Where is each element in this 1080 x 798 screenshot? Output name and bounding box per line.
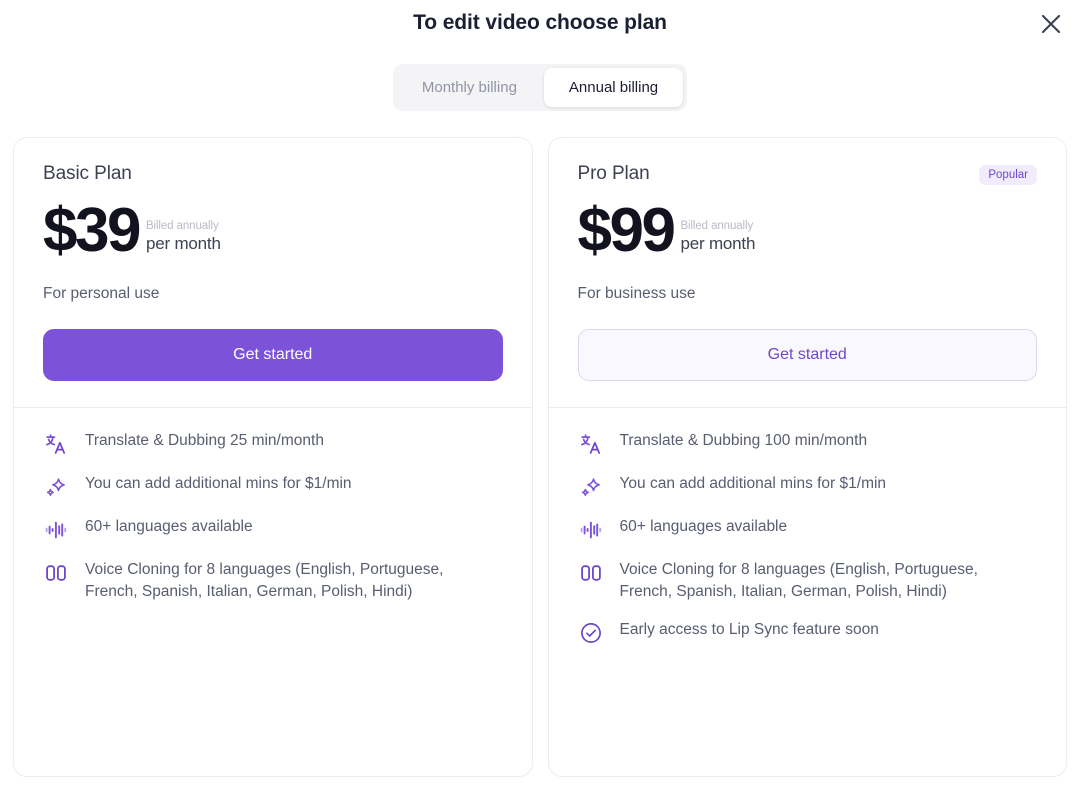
plan-price: $39 [43, 205, 139, 257]
list-item: Voice Cloning for 8 languages (English, … [578, 559, 1038, 603]
feature-text: 60+ languages available [85, 516, 253, 538]
list-item: 60+ languages available [43, 516, 503, 543]
translate-icon [578, 431, 604, 457]
features-list-basic: Translate & Dubbing 25 min/month You can… [14, 408, 532, 627]
price-block: $99 Billed annually per month [578, 205, 1038, 257]
feature-text: Voice Cloning for 8 languages (English, … [85, 559, 495, 603]
sparkle-icon [578, 474, 604, 500]
plan-card-basic: Basic Plan $39 Billed annually per month… [13, 137, 533, 777]
sparkle-icon [43, 474, 69, 500]
plan-name: Basic Plan [43, 163, 132, 185]
price-period: per month [680, 234, 755, 254]
list-item: Early access to Lip Sync feature soon [578, 619, 1038, 646]
voice-cloning-icon [43, 560, 69, 586]
waveform-icon [578, 517, 604, 543]
billing-toggle: Monthly billing Annual billing [393, 64, 687, 111]
list-item: Translate & Dubbing 100 min/month [578, 430, 1038, 457]
translate-icon [43, 431, 69, 457]
feature-text: Voice Cloning for 8 languages (English, … [620, 559, 1030, 603]
check-circle-icon [578, 620, 604, 646]
page-title: To edit video choose plan [0, 0, 1080, 35]
get-started-button-basic[interactable]: Get started [43, 329, 503, 381]
feature-text: Early access to Lip Sync feature soon [620, 619, 879, 641]
list-item: Translate & Dubbing 25 min/month [43, 430, 503, 457]
feature-text: You can add additional mins for $1/min [620, 473, 887, 495]
tab-annual-billing[interactable]: Annual billing [544, 68, 683, 107]
waveform-icon [43, 517, 69, 543]
close-icon [1040, 13, 1062, 35]
plan-header-pro: Pro Plan Popular $99 Billed annually per… [549, 138, 1067, 408]
plan-price: $99 [578, 205, 674, 257]
feature-text: Translate & Dubbing 25 min/month [85, 430, 324, 452]
list-item: You can add additional mins for $1/min [43, 473, 503, 500]
tab-monthly-billing[interactable]: Monthly billing [397, 68, 542, 107]
close-button[interactable] [1036, 9, 1066, 39]
features-list-pro: Translate & Dubbing 100 min/month You ca… [549, 408, 1067, 670]
plan-card-pro: Pro Plan Popular $99 Billed annually per… [548, 137, 1068, 777]
plan-name: Pro Plan [578, 163, 650, 185]
feature-text: 60+ languages available [620, 516, 788, 538]
feature-text: Translate & Dubbing 100 min/month [620, 430, 868, 452]
list-item: 60+ languages available [578, 516, 1038, 543]
plan-header-basic: Basic Plan $39 Billed annually per month… [14, 138, 532, 408]
list-item: Voice Cloning for 8 languages (English, … [43, 559, 503, 603]
plan-use-case: For business use [578, 285, 1038, 303]
price-period: per month [146, 234, 221, 254]
billed-note: Billed annually [680, 219, 755, 233]
plan-use-case: For personal use [43, 285, 503, 303]
billing-toggle-container: Monthly billing Annual billing [0, 64, 1080, 111]
pricing-modal: To edit video choose plan Monthly billin… [0, 0, 1080, 777]
voice-cloning-icon [578, 560, 604, 586]
list-item: You can add additional mins for $1/min [578, 473, 1038, 500]
feature-text: You can add additional mins for $1/min [85, 473, 352, 495]
billed-note: Billed annually [146, 219, 221, 233]
status-badge: Popular [979, 165, 1037, 185]
price-block: $39 Billed annually per month [43, 205, 503, 257]
plans-grid: Basic Plan $39 Billed annually per month… [0, 137, 1080, 777]
get-started-button-pro[interactable]: Get started [578, 329, 1038, 381]
